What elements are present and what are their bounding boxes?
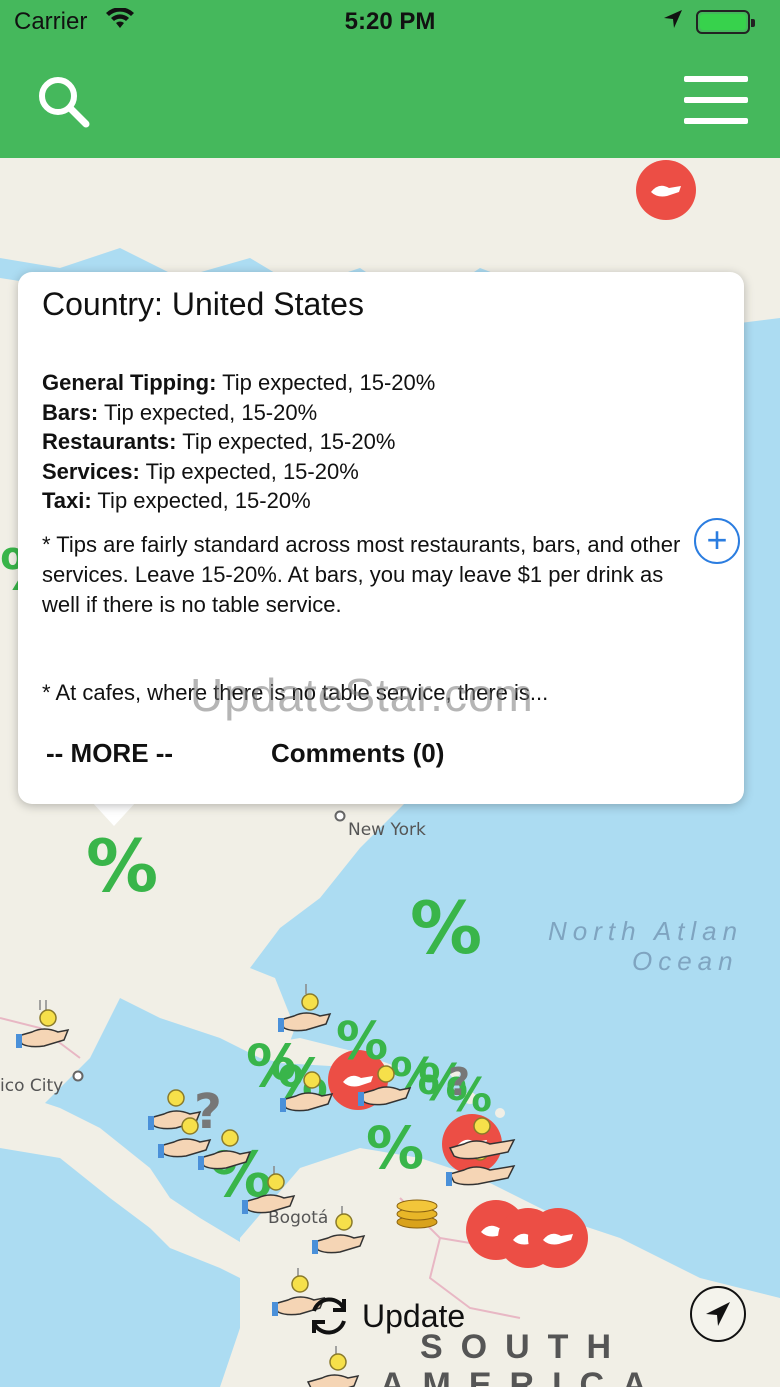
- tip-row-restaurants: Restaurants: Tip expected, 15-20%: [42, 429, 396, 455]
- tip-marker-red[interactable]: [636, 160, 696, 220]
- map-label-mexico-city: ico City: [0, 1076, 64, 1096]
- percent-marker[interactable]: %: [86, 824, 158, 908]
- percent-marker[interactable]: %: [410, 886, 482, 970]
- plus-icon: +: [706, 519, 728, 560]
- hand-coin-marker[interactable]: [356, 1058, 414, 1116]
- refresh-icon: [312, 1297, 346, 1335]
- tip-row-general: General Tipping: Tip expected, 15-20%: [42, 370, 436, 395]
- tip-note-1: * Tips are fairly standard across most r…: [42, 532, 681, 617]
- update-label: Update: [362, 1297, 466, 1334]
- status-bar: Carrier 5:20 PM: [0, 0, 780, 44]
- hand-coin-marker[interactable]: [278, 1064, 336, 1122]
- map-label-new-york: New York: [348, 820, 426, 840]
- battery-icon: [696, 10, 755, 34]
- more-button[interactable]: -- MORE --: [46, 738, 173, 769]
- hand-coin-marker[interactable]: [304, 1344, 362, 1387]
- percent-marker[interactable]: %: [366, 1114, 424, 1182]
- location-arrow-icon: [706, 1302, 730, 1326]
- tip-row-bars: Bars: Tip expected, 15-20%: [42, 399, 318, 425]
- comments-button[interactable]: Comments (0): [271, 738, 444, 769]
- search-icon[interactable]: [36, 74, 92, 130]
- nav-bar: [0, 44, 780, 158]
- add-info-button[interactable]: +: [694, 518, 740, 564]
- update-button[interactable]: Update: [306, 1288, 465, 1344]
- hand-coin-marker[interactable]: [444, 1108, 520, 1198]
- hand-coin-marker[interactable]: [240, 1164, 298, 1222]
- locate-me-button[interactable]: [690, 1286, 746, 1342]
- tip-row-services: Services: Tip expected, 15-20%: [42, 458, 359, 484]
- hand-coin-marker[interactable]: [276, 980, 334, 1038]
- tip-row-taxi: Taxi: Tip expected, 15-20%: [42, 488, 311, 514]
- map-label-ocean-line1: North Atlan: [548, 916, 744, 946]
- watermark: UpdateStar.com: [190, 669, 534, 721]
- tip-list: General Tipping: Tip expected, 15-20% Ba…: [42, 368, 435, 516]
- country-callout: Country: United States General Tipping: …: [18, 272, 744, 804]
- callout-title: Country: United States: [42, 286, 364, 322]
- tip-marker-red[interactable]: [528, 1208, 588, 1268]
- coin-stack-marker[interactable]: [394, 1198, 440, 1230]
- location-arrow-icon: [662, 8, 684, 37]
- hand-coin-marker[interactable]: [14, 996, 72, 1054]
- unknown-marker[interactable]: ?: [448, 1060, 470, 1104]
- map-label-ocean-line2: Ocean: [632, 946, 739, 976]
- map-label-south-america-2: AMERICA: [380, 1366, 665, 1387]
- hand-coin-marker[interactable]: [310, 1204, 368, 1262]
- hamburger-menu-icon[interactable]: [684, 76, 748, 124]
- callout-pointer: [92, 802, 136, 826]
